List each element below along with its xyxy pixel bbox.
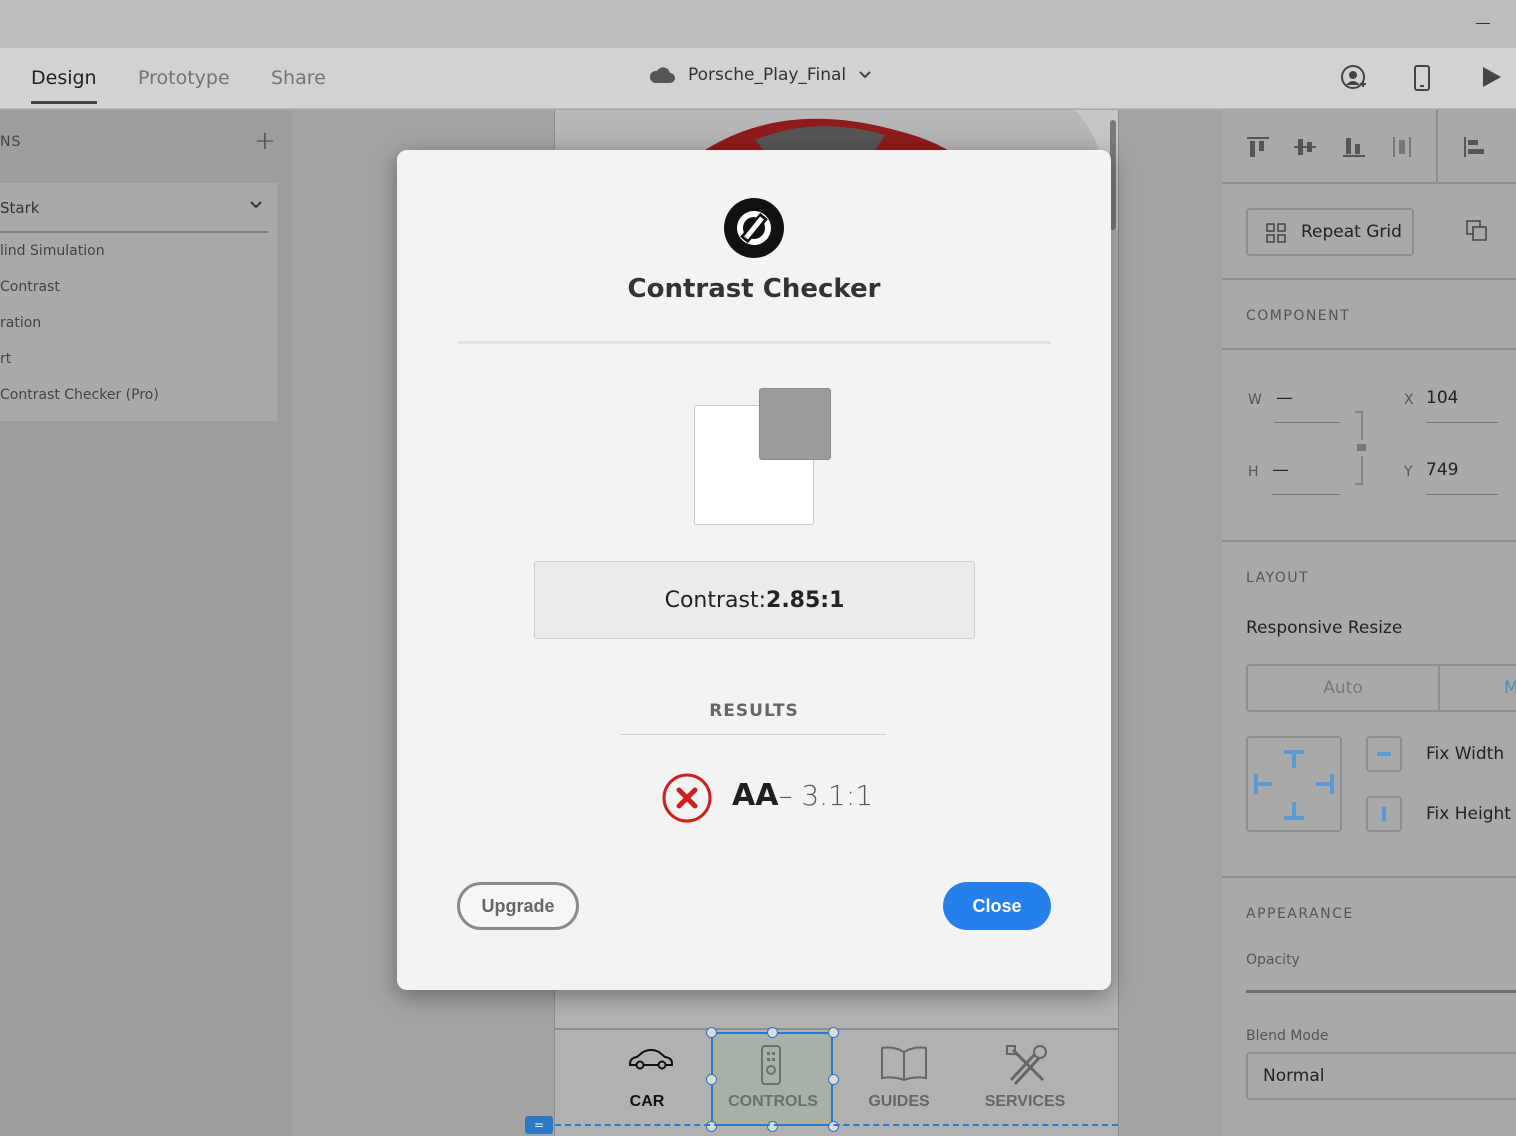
title-divider [458, 341, 1051, 344]
stark-logo-icon [724, 198, 784, 258]
modal-overlay: Contrast Checker Contrast:2.85:1 RESULTS… [0, 0, 1516, 1136]
results-heading: RESULTS [709, 701, 799, 721]
contrast-value: 2.85:1 [766, 588, 845, 613]
result-ratio: – 3.1:1 [778, 779, 874, 812]
upgrade-button[interactable]: Upgrade [457, 882, 579, 930]
background-color-swatch[interactable] [759, 388, 831, 460]
aa-result: AA– 3.1:1 [732, 778, 873, 813]
result-level: AA [732, 778, 779, 813]
dialog-title: Contrast Checker [627, 274, 881, 304]
contrast-checker-dialog: Contrast Checker Contrast:2.85:1 RESULTS… [397, 150, 1111, 990]
results-divider [621, 734, 886, 735]
contrast-label: Contrast: [664, 588, 767, 613]
close-button[interactable]: Close [943, 882, 1051, 930]
fail-icon [662, 773, 712, 823]
contrast-ratio-display: Contrast:2.85:1 [534, 561, 975, 639]
